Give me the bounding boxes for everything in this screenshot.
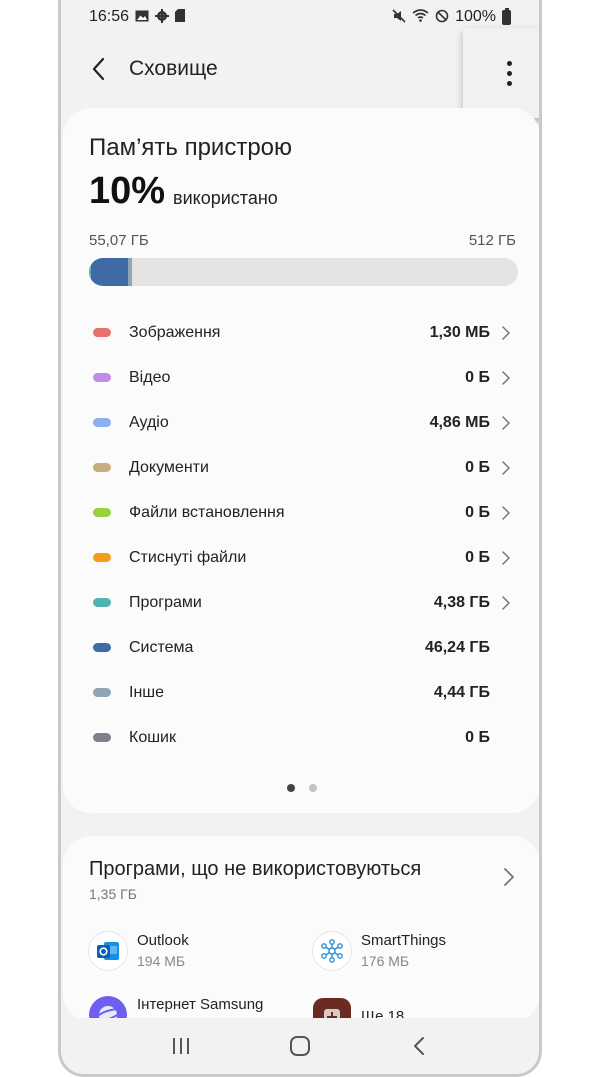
category-color-dot [93,373,111,382]
gear-icon [155,8,170,26]
page-dot [308,784,317,792]
app-size: 176 МБ [361,953,410,969]
category-label: Файли встановлення [129,503,285,521]
chevron-right-icon [502,325,510,340]
do-not-disturb-icon [435,9,449,26]
category-label: Стиснуті файли [129,548,247,566]
mute-icon [392,8,406,26]
chevron-right-icon [502,460,510,475]
category-label: Система [129,638,194,656]
app-size: 194 МБ [137,953,186,969]
navigation-bar [61,1018,539,1074]
storage-title: Пам’ять пристрою [89,134,293,161]
more-vert-icon [506,60,512,86]
home-icon [289,1036,310,1056]
category-color-dot [93,328,111,337]
used-label: використано [173,188,278,208]
sd-card-icon [175,9,186,25]
app-name: Outlook [137,932,189,949]
category-size: 0 Б [465,548,490,566]
category-row: Інше 4,44 ГБ [63,670,539,715]
category-size: 0 Б [465,368,490,386]
category-label: Кошик [129,728,176,746]
system-back-button[interactable] [394,1026,444,1066]
chevron-right-icon [502,505,510,520]
smartthings-icon [313,932,351,970]
page-title: Сховище [129,57,218,80]
app-item-smartthings[interactable]: SmartThings 176 МБ [313,932,446,970]
category-label: Відео [129,368,171,386]
chevron-right-icon [502,550,510,565]
app-name: SmartThings [361,932,447,949]
battery-percent: 100% [455,8,496,25]
category-size: 4,44 ГБ [433,683,490,701]
category-color-dot [93,598,111,607]
category-size: 46,24 ГБ [424,638,490,656]
page-dot [286,784,295,792]
unused-apps-size: 1,35 ГБ [89,886,137,902]
app-item-outlook[interactable]: Outlook 194 МБ [89,932,189,970]
category-size: 0 Б [465,458,490,476]
category-label: Аудіо [129,413,169,431]
status-right: 100% [392,7,511,26]
category-row[interactable]: Зображення 1,30 МБ [63,310,539,355]
home-button[interactable] [275,1026,325,1066]
image-icon [135,9,149,25]
status-time: 16:56 [89,8,130,25]
category-color-dot [93,733,111,742]
category-list: Зображення 1,30 МБ Відео 0 Б Аудіо 4,86 МБ Док… [63,310,539,760]
chevron-left-icon [92,57,105,81]
category-row[interactable]: Документи 0 Б [63,445,539,490]
category-label: Зображення [129,323,221,341]
category-color-dot [93,463,111,472]
status-left: 16:56 [89,8,186,26]
category-label: Інше [129,683,165,701]
category-row: Система 46,24 ГБ [63,625,539,670]
chevron-right-icon [502,595,510,610]
recents-button[interactable] [156,1026,206,1066]
unused-apps-card[interactable]: Програми, що не використовуються 1,35 ГБ… [63,836,539,1036]
chevron-right-icon [502,370,510,385]
category-row[interactable]: Аудіо 4,86 МБ [63,400,539,445]
outlook-icon [89,932,127,970]
category-row[interactable]: Відео 0 Б [63,355,539,400]
device-storage-card: Пам’ять пристрою 10% використано 55,07 Г… [63,108,539,813]
category-row: Кошик 0 Б [63,715,539,760]
category-size: 0 Б [465,728,490,746]
category-size: 0 Б [465,503,490,521]
chevron-right-icon [502,415,510,430]
more-options-button[interactable] [463,28,539,118]
category-size: 4,86 МБ [429,413,490,431]
category-color-dot [93,553,111,562]
category-size: 1,30 МБ [429,323,490,341]
unused-apps-title: Програми, що не використовуються [89,858,422,880]
storage-usage-bar [89,258,518,286]
category-row[interactable]: Стиснуті файли 0 Б [63,535,539,580]
chevron-right-icon[interactable] [502,866,516,888]
wifi-icon [412,9,429,25]
battery-icon [502,7,511,25]
category-color-dot [93,418,111,427]
total-amount: 512 ГБ [468,232,516,249]
category-label: Програми [129,593,202,611]
back-icon [414,1037,425,1055]
app-name: Інтернет Samsung [137,996,264,1013]
category-row[interactable]: Програми 4,38 ГБ [63,580,539,625]
storage-usage-fill [89,258,132,286]
usage-segment [127,258,132,286]
phone-screen: 16:56 100% Сховище Пам’ять пристрою 10% … [58,0,542,1077]
page-indicator [63,784,539,792]
used-percent: 10% [89,170,166,212]
category-label: Документи [129,458,209,476]
category-size: 4,38 ГБ [433,593,490,611]
category-color-dot [93,508,111,517]
category-color-dot [93,643,111,652]
usage-segment [90,258,128,286]
category-row[interactable]: Файли встановлення 0 Б [63,490,539,535]
back-button[interactable] [69,39,129,99]
recents-icon [172,1038,189,1054]
used-amount: 55,07 ГБ [89,232,149,249]
category-color-dot [93,688,111,697]
